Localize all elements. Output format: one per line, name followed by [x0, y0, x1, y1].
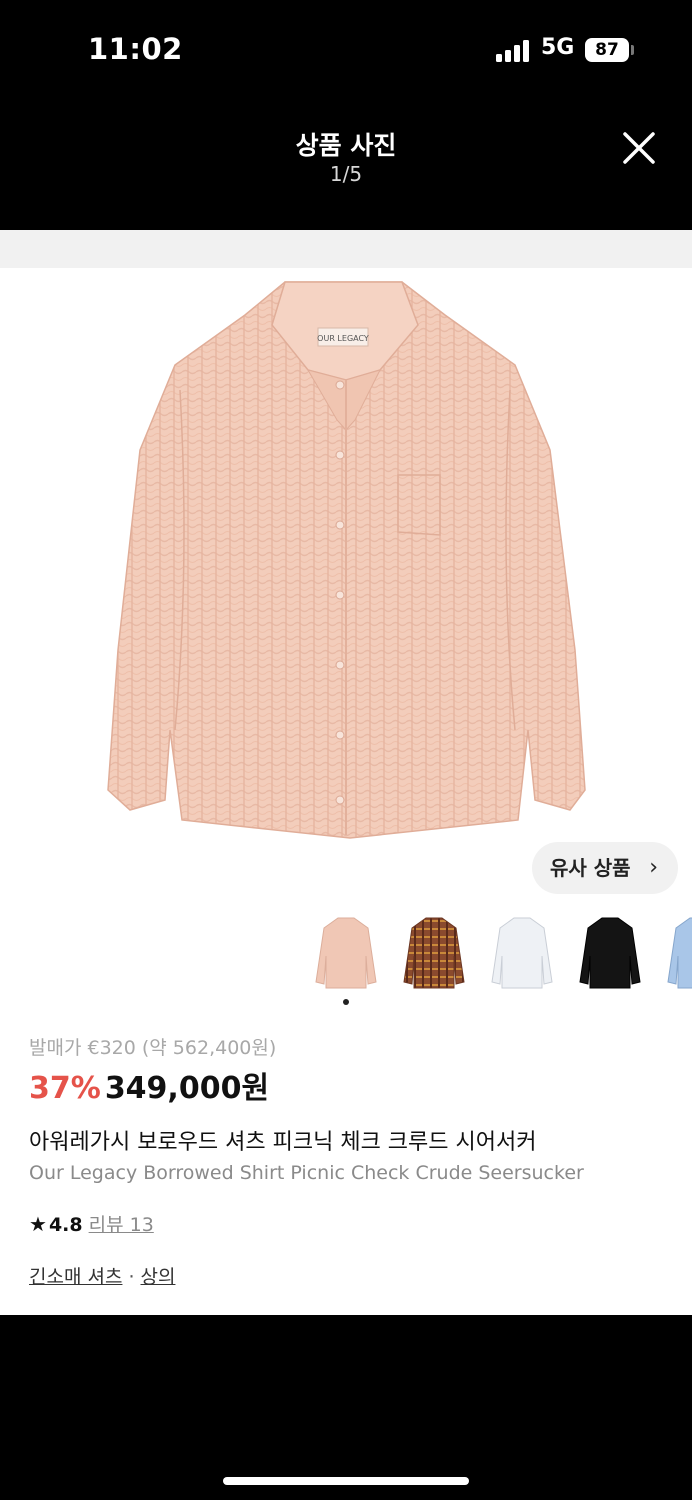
product-name-korean: 아워레가시 보로우드 셔츠 피크닉 체크 크루드 시어서커: [29, 1130, 537, 1155]
sale-price: 349,000원: [104, 1071, 270, 1106]
category-tops-link[interactable]: 상의: [141, 1266, 176, 1288]
status-time: 11:02: [88, 32, 183, 66]
star-icon: ★: [29, 1212, 47, 1236]
battery-icon: 87: [585, 38, 629, 62]
thumbnail-active-indicator: [343, 999, 349, 1005]
similar-products-label: 유사 상품: [550, 856, 631, 880]
product-photo[interactable]: OUR LEGACY: [0, 270, 692, 870]
chevron-right-icon: ›: [649, 855, 658, 880]
thumbnail-4[interactable]: [574, 912, 646, 994]
thumbnail-5[interactable]: [662, 912, 692, 994]
category-separator: ·: [128, 1266, 135, 1288]
battery-tip: [631, 45, 634, 55]
discount-rate: 37%: [29, 1071, 101, 1106]
top-band: [0, 230, 692, 268]
bottom-area: [0, 1315, 692, 1500]
reviews-link[interactable]: 리뷰 13: [89, 1214, 154, 1236]
signal-icon: [496, 38, 532, 62]
photo-counter: 1/5: [329, 162, 363, 186]
original-price: 발매가 €320 (약 562,400원): [29, 1037, 277, 1059]
thumbnail-1[interactable]: [310, 912, 382, 994]
rating-value: 4.8: [48, 1214, 83, 1236]
category-breadcrumb: 긴소매 셔츠 · 상의: [29, 1262, 175, 1289]
price-row: 37% 349,000원: [29, 1063, 269, 1107]
status-bar: 11:02 5G 87: [0, 0, 692, 100]
category-long-sleeve-shirt-link[interactable]: 긴소매 셔츠: [29, 1266, 122, 1288]
thumbnail-3[interactable]: [486, 912, 558, 994]
home-indicator[interactable]: [223, 1477, 469, 1485]
network-type: 5G: [541, 35, 575, 60]
thumbnail-strip: [0, 912, 692, 994]
rating-row: ★ 4.8 리뷰 13: [29, 1210, 154, 1237]
thumbnail-2[interactable]: [398, 912, 470, 994]
close-icon[interactable]: [619, 128, 659, 168]
product-name-english: Our Legacy Borrowed Shirt Picnic Check C…: [29, 1162, 584, 1184]
photo-viewer-header: 상품 사진 1/5: [0, 100, 692, 230]
page-title: 상품 사진: [295, 131, 397, 160]
similar-products-button[interactable]: 유사 상품 ›: [532, 842, 678, 894]
brand-label: OUR LEGACY: [317, 334, 369, 343]
